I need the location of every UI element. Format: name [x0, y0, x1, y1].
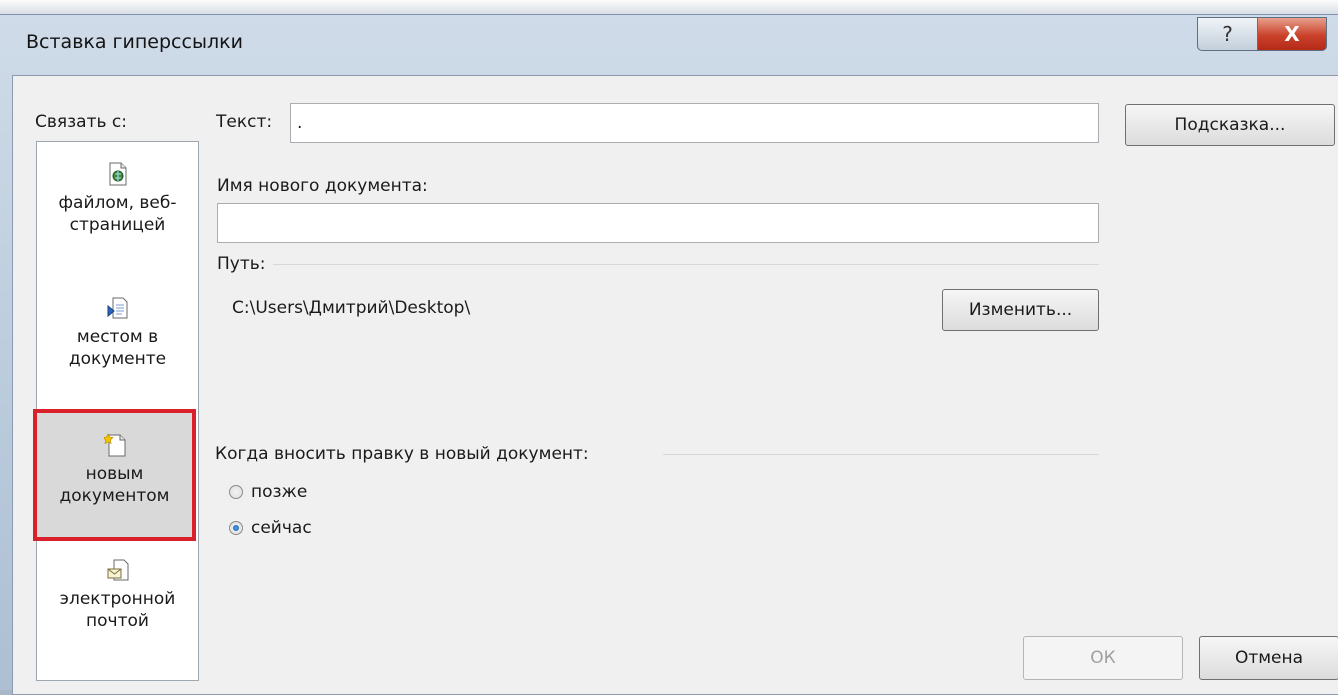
new-document-name-label: Имя нового документа: — [217, 176, 428, 196]
path-value: C:\Users\Дмитрий\Desktop\ — [232, 298, 471, 318]
sidebar-item-label: файлом, веб- — [58, 193, 177, 213]
sidebar-item-label: местом в — [76, 327, 159, 347]
radio-later-label: позже — [251, 482, 308, 502]
new-document-icon — [103, 433, 125, 457]
place-in-document-icon — [107, 297, 127, 319]
path-label: Путь: — [217, 254, 266, 274]
path-divider — [273, 264, 1099, 265]
radio-now-row[interactable]: сейчас — [229, 518, 312, 538]
sidebar-item-place-in-document[interactable]: местом в документе — [37, 296, 198, 370]
sidebar-item-label: электронной — [59, 589, 176, 609]
radio-now-label: сейчас — [251, 518, 312, 538]
tooltip-button[interactable]: Подсказка... — [1125, 104, 1335, 146]
edit-when-divider — [663, 454, 1099, 455]
radio-now[interactable] — [229, 521, 243, 535]
cancel-button[interactable]: Отмена — [1199, 636, 1338, 680]
close-button[interactable]: X — [1257, 17, 1327, 51]
sidebar-item-label: документом — [59, 486, 170, 506]
file-web-page-icon — [109, 162, 126, 186]
text-input[interactable] — [290, 103, 1099, 143]
sidebar-item-label: страницей — [69, 215, 166, 235]
insert-hyperlink-dialog: Вставка гиперссылки ? X Связать с: файло… — [0, 14, 1338, 695]
sidebar-item-label: почтой — [86, 611, 149, 631]
email-icon — [107, 559, 128, 581]
text-label: Текст: — [216, 112, 273, 132]
sidebar-item-file-web-page[interactable]: файлом, веб- страницей — [37, 162, 198, 236]
help-button[interactable]: ? — [1197, 17, 1257, 51]
sidebar-item-new-document[interactable]: новым документом — [33, 409, 196, 541]
ok-button[interactable]: ОК — [1023, 636, 1183, 680]
radio-later-row[interactable]: позже — [229, 482, 307, 502]
dialog-client-area: Связать с: файлом, веб- страницей местом… — [12, 75, 1338, 695]
sidebar-item-email[interactable]: электронной почтой — [37, 558, 198, 632]
sidebar-item-label: документе — [68, 349, 167, 369]
radio-later[interactable] — [229, 485, 243, 499]
change-button[interactable]: Изменить... — [942, 289, 1099, 331]
new-document-name-input[interactable] — [217, 203, 1099, 243]
link-with-label: Связать с: — [35, 112, 127, 132]
dialog-title: Вставка гиперссылки — [26, 31, 243, 53]
link-type-panel: файлом, веб- страницей местом в документ… — [33, 141, 199, 681]
edit-when-label: Когда вносить правку в новый документ: — [215, 444, 589, 464]
sidebar-item-label: новым — [85, 464, 144, 484]
